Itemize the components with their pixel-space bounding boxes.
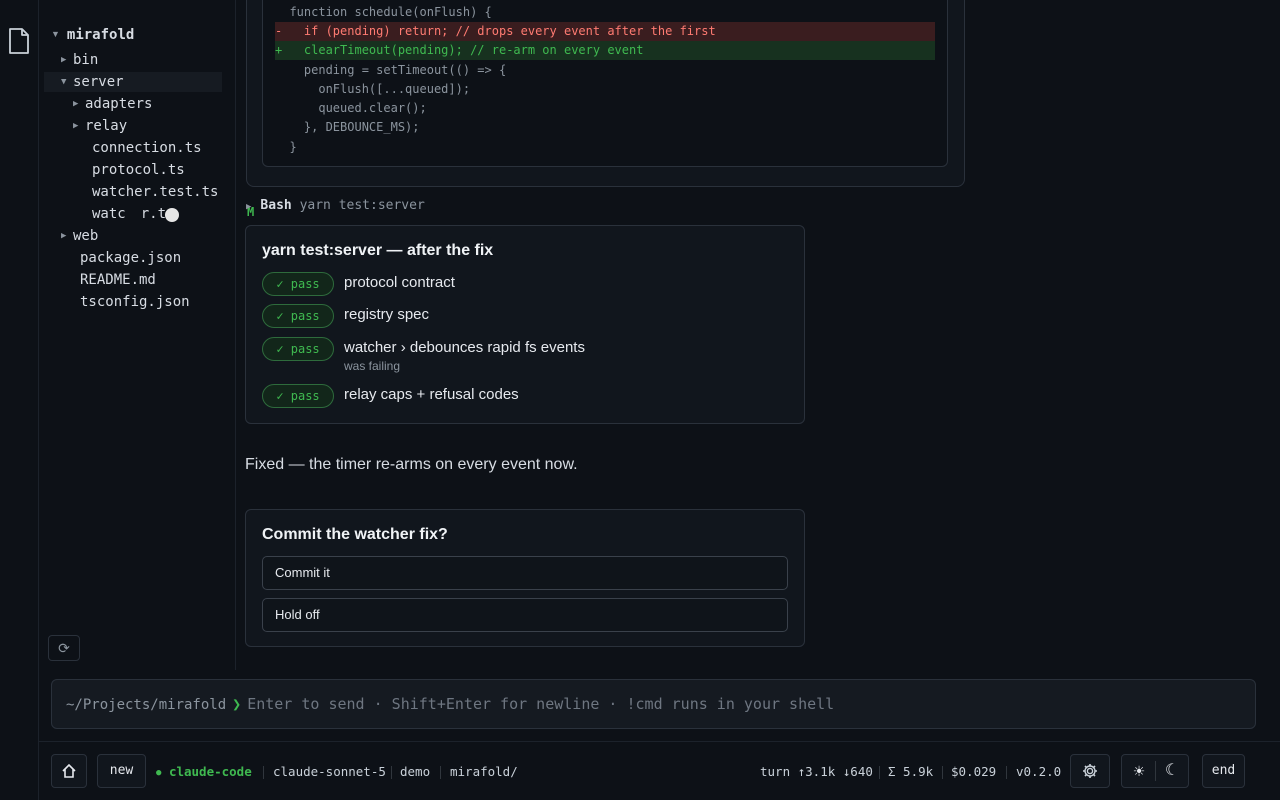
tree-item-label: relay: [85, 118, 128, 134]
diff-line: onFlush([...queued]);: [275, 82, 471, 96]
chevron-right-icon: ▶: [73, 121, 79, 131]
tree-item-protocol[interactable]: protocol.ts: [92, 160, 185, 180]
tree-item-relay[interactable]: ▶ relay: [73, 116, 127, 136]
chevron-down-icon: ▼: [51, 29, 60, 39]
test-name: watcher › debounces rapid fs events: [344, 339, 585, 356]
total-tokens: Σ 5.9k: [888, 764, 934, 779]
tree-item-tsconfig[interactable]: tsconfig.json: [80, 292, 190, 312]
tree-item-bin[interactable]: ▶ bin: [61, 50, 98, 70]
agent-name: claude-code: [168, 764, 252, 779]
tree-item-adapters[interactable]: ▶ adapters: [73, 94, 152, 114]
option-hold-off[interactable]: Hold off: [262, 598, 788, 632]
diff-line: }, DEBOUNCE_MS);: [275, 120, 420, 134]
tree-item-watcher-test[interactable]: watcher.test.ts: [92, 182, 218, 202]
file-tree: ▼ mirafold ▶ bin ▼ server ▶ adapters ▶ relay…: [39, 0, 254, 670]
cost: $0.029: [951, 764, 997, 779]
input-placeholder: Enter to send · Shift+Enter for newline …: [247, 695, 835, 713]
working-dir: mirafold/: [450, 764, 518, 779]
divider: [1006, 766, 1007, 779]
chevron-right-icon: ▶: [61, 231, 67, 241]
question-card: Commit the watcher fix? Commit it Hold o…: [245, 509, 805, 647]
test-name: relay caps + refusal codes: [344, 386, 519, 403]
mode-label: demo: [400, 764, 431, 779]
refresh-icon: ⟳: [58, 640, 70, 656]
diff-line-added: + clearTimeout(pending); // re-arm on ev…: [275, 41, 935, 60]
tree-item-server[interactable]: ▼ server: [44, 72, 222, 92]
diff-line-removed: - if (pending) return; // drops every ev…: [275, 22, 935, 41]
question-title: Commit the watcher fix?: [262, 526, 448, 543]
chevron-right-icon: ▶: [73, 99, 79, 109]
new-session-button[interactable]: new: [97, 754, 146, 788]
theme-toggle[interactable]: ☀ ☾: [1121, 754, 1189, 788]
pass-badge: ✓ pass: [262, 337, 334, 361]
tree-root[interactable]: ▼ mirafold: [51, 24, 134, 44]
gear-icon: [1083, 764, 1097, 778]
tree-item-label: watcher.test.ts: [92, 184, 219, 200]
test-note: was failing: [344, 359, 401, 373]
refresh-button[interactable]: ⟳: [48, 635, 80, 661]
divider: [1155, 761, 1156, 781]
home-button[interactable]: [51, 754, 87, 788]
pass-badge: ✓ pass: [262, 304, 334, 328]
tree-item-label: tsconfig.json: [80, 294, 190, 310]
test-name: protocol contract: [344, 274, 455, 291]
tool-call-bash[interactable]: ▶ Bash yarn test:server: [246, 197, 425, 215]
divider: [879, 766, 880, 779]
end-session-button[interactable]: end: [1202, 754, 1245, 788]
activity-rail: [0, 0, 39, 800]
tree-item-label: bin: [73, 52, 99, 68]
chevron-right-icon: ▶: [61, 55, 67, 65]
sun-icon[interactable]: ☀: [1130, 755, 1148, 787]
settings-button[interactable]: [1070, 754, 1110, 788]
tree-item-label: server: [73, 74, 124, 90]
prompt-chevron-icon: ❯: [232, 695, 242, 713]
status-dot-icon: ●: [156, 768, 162, 778]
agent-status: ● claude-code: [156, 764, 252, 781]
diff-line: function schedule(onFlush) {: [275, 5, 492, 19]
status-bar: new ● claude-code claude-sonnet-5 demo m…: [39, 741, 1280, 800]
tree-item-label: adapters: [85, 96, 153, 112]
divider: [391, 766, 392, 779]
tree-item-readme[interactable]: README.md: [80, 270, 156, 290]
pass-badge: ✓ pass: [262, 384, 334, 408]
assistant-reply: Fixed — the timer re-arms on every event…: [245, 456, 578, 473]
test-results-title: yarn test:server — after the fix: [262, 242, 494, 259]
test-results-card: yarn test:server — after the fix ✓ pass …: [245, 225, 805, 424]
model-name: claude-sonnet-5: [273, 764, 386, 779]
diff-line: pending = setTimeout(() => {: [275, 63, 507, 77]
divider: [263, 766, 264, 779]
diff-line: }: [275, 140, 297, 154]
file-icon[interactable]: [8, 27, 30, 55]
cwd-path: ~/Projects/mirafold: [66, 697, 227, 713]
tool-name: Bash: [260, 198, 292, 213]
prompt-input[interactable]: ~/Projects/mirafold ❯ Enter to send · Shif…: [51, 679, 1256, 729]
chevron-right-icon: ▶: [246, 202, 252, 212]
conversation-pane: function schedule(onFlush) { - if (pendi…: [237, 0, 1280, 670]
tree-item-label: web: [73, 228, 99, 244]
mouse-cursor: [165, 208, 179, 222]
tree-item-package-json[interactable]: package.json: [80, 248, 181, 268]
tree-item-label: README.md: [80, 272, 156, 288]
version: v0.2.0: [1016, 764, 1062, 779]
tree-item-label-start: watc: [92, 206, 126, 222]
turn-tokens: turn ↑3.1k ↓640: [760, 764, 873, 779]
test-name: registry spec: [344, 306, 430, 323]
tree-item-label: connection.ts: [92, 140, 202, 156]
pass-badge: ✓ pass: [262, 272, 334, 296]
tool-command: yarn test:server: [299, 198, 425, 213]
diff-line: queued.clear();: [275, 101, 427, 115]
chevron-down-icon: ▼: [61, 77, 67, 87]
tree-root-label: mirafold: [66, 27, 135, 43]
tree-item-web[interactable]: ▶ web: [61, 226, 98, 246]
tree-item-watcher[interactable]: watc r.ts: [92, 204, 174, 224]
option-commit-it[interactable]: Commit it: [262, 556, 788, 590]
tree-item-label: package.json: [80, 250, 182, 266]
divider: [440, 766, 441, 779]
home-icon: [62, 763, 76, 778]
moon-icon[interactable]: ☾: [1162, 755, 1182, 787]
tree-item-label: protocol.ts: [92, 162, 185, 178]
divider: [942, 766, 943, 779]
tree-item-connection[interactable]: connection.ts: [92, 138, 202, 158]
